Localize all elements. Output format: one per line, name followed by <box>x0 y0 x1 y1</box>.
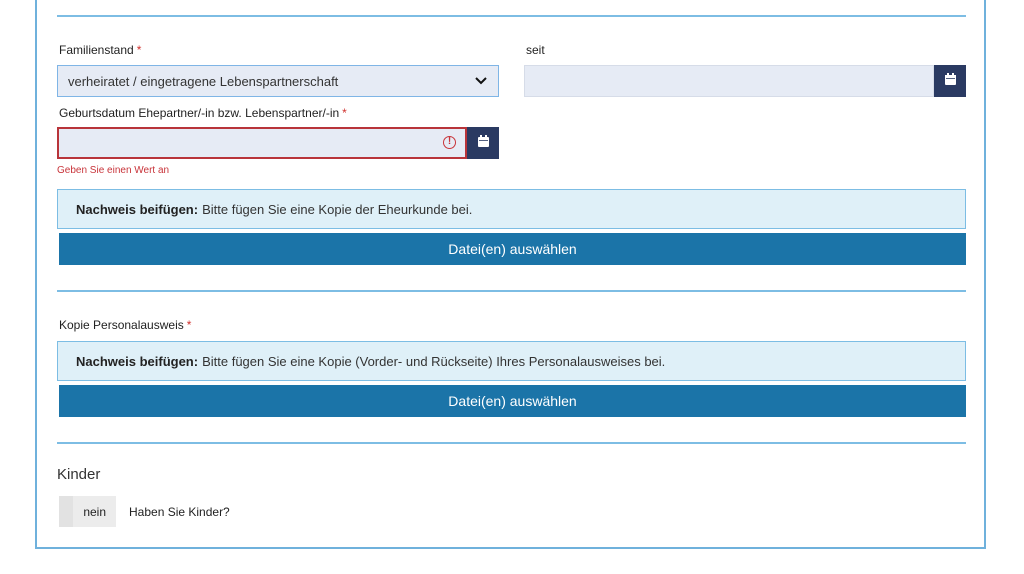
personalausweis-file-select-button[interactable]: Datei(en) auswählen <box>59 385 966 417</box>
info-bold-label: Nachweis beifügen: <box>76 201 199 217</box>
eheurkunde-file-select-button[interactable]: Datei(en) auswählen <box>59 233 966 265</box>
required-marker: * <box>186 318 192 332</box>
required-marker: * <box>136 43 142 57</box>
eheurkunde-info-box: Nachweis beifügen: Bitte fügen Sie eine … <box>57 189 966 229</box>
section-divider-top <box>57 15 966 17</box>
familienstand-label: Familienstand * <box>59 43 142 57</box>
seit-label: seit <box>526 43 545 57</box>
geburtsdatum-calendar-button[interactable] <box>467 127 499 159</box>
toggle-knob <box>59 496 73 527</box>
geburtsdatum-date-input[interactable]: ! <box>57 127 467 159</box>
calendar-icon <box>944 72 956 90</box>
kinder-question-label: Haben Sie Kinder? <box>129 505 230 519</box>
familienstand-select[interactable]: verheiratet / eingetragene Lebenspartner… <box>57 65 499 97</box>
seit-calendar-button[interactable] <box>934 65 966 97</box>
section-divider-bottom <box>57 442 966 444</box>
geburtsdatum-label: Geburtsdatum Ehepartner/-in bzw. Lebensp… <box>59 106 347 120</box>
geburtsdatum-error-message: Geben Sie einen Wert an <box>57 165 170 176</box>
required-marker: * <box>342 106 347 120</box>
kinder-section-title: Kinder <box>57 466 101 483</box>
seit-date-input[interactable] <box>524 65 934 97</box>
kinder-toggle[interactable]: nein <box>59 496 116 527</box>
calendar-icon <box>477 134 489 152</box>
personalausweis-label: Kopie Personalausweis * <box>59 318 192 332</box>
kinder-toggle-value: nein <box>83 504 106 519</box>
chevron-down-icon <box>474 74 488 88</box>
familienstand-selected-value: verheiratet / eingetragene Lebenspartner… <box>68 73 339 89</box>
info-text: Bitte fügen Sie eine Kopie der Eheurkund… <box>202 201 473 217</box>
personalausweis-info-box: Nachweis beifügen: Bitte fügen Sie eine … <box>57 341 966 381</box>
info-bold-label: Nachweis beifügen: <box>76 353 199 369</box>
info-text: Bitte fügen Sie eine Kopie (Vorder- und … <box>202 353 666 369</box>
section-divider-middle <box>57 290 966 292</box>
error-icon: ! <box>443 136 456 149</box>
